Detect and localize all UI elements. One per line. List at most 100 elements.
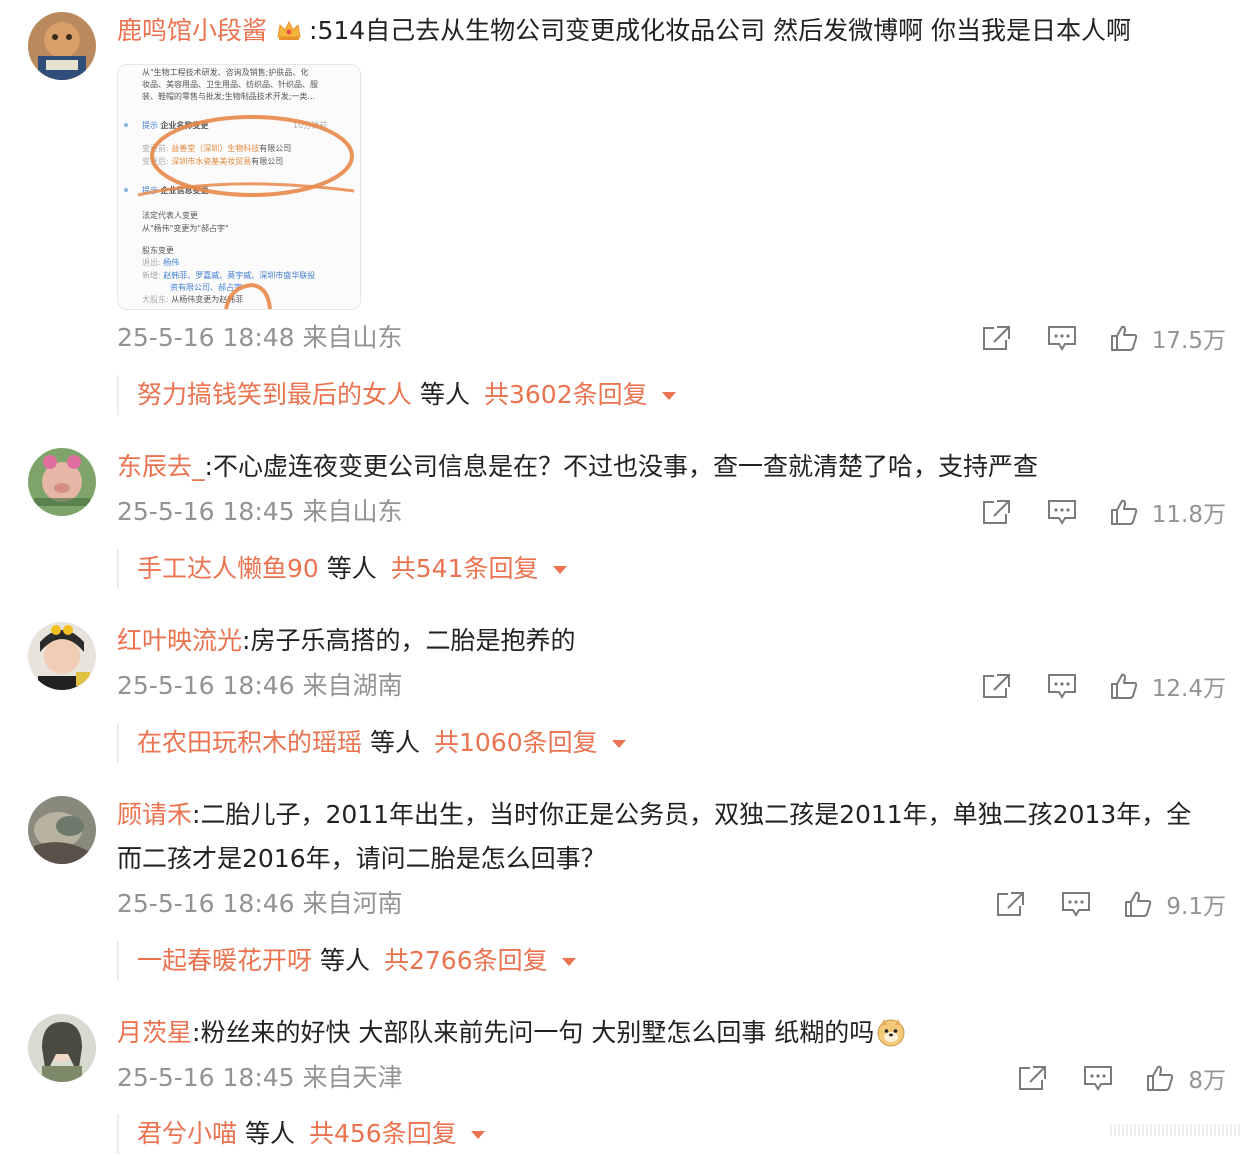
doge-emoji-icon: [876, 1017, 906, 1061]
share-icon: [994, 890, 1026, 918]
comment-time: 25-5-16 18:45: [117, 1063, 295, 1092]
comment-text: :二胎儿子，2011年出生，当时你正是公务员，双独二孩是2011年，单独二孩20…: [192, 800, 1192, 829]
reply-user[interactable]: 一起春暖花开呀: [137, 946, 312, 975]
watermark-strip: [1110, 1124, 1240, 1136]
comment-icon: [1046, 672, 1078, 700]
like-button[interactable]: 11.8万: [1110, 495, 1226, 529]
comment-actions: 8万: [1016, 1056, 1226, 1100]
like-icon: [1110, 672, 1138, 700]
comment-location: 来自湖南: [302, 671, 403, 700]
comment-button[interactable]: [1082, 1064, 1114, 1092]
share-button[interactable]: [980, 324, 1012, 352]
reply-total[interactable]: 共2766条回复: [384, 946, 548, 975]
reply-mid: 等人: [369, 728, 420, 757]
reply-summary[interactable]: 君兮小喵 等人 共456条回复: [117, 1114, 485, 1154]
reply-user[interactable]: 手工达人懒鱼90: [137, 554, 319, 583]
highlight-circle: [137, 115, 355, 309]
like-count: 12.4万: [1151, 676, 1226, 702]
comment-icon: [1082, 1064, 1114, 1092]
comment-meta: 25-5-16 18:45 来自天津: [117, 1056, 403, 1100]
like-count: 9.1万: [1166, 894, 1226, 920]
like-count: 17.5万: [1151, 328, 1226, 354]
caret-down-icon[interactable]: [661, 392, 676, 400]
comment-button[interactable]: [1046, 498, 1078, 526]
comment-location: 来自天津: [302, 1063, 403, 1092]
like-count: 8万: [1188, 1068, 1226, 1094]
user-name[interactable]: 鹿鸣馆小段酱: [117, 16, 267, 45]
comment-meta: 25-5-16 18:46 来自湖南: [117, 664, 403, 708]
reply-mid: 等人: [419, 380, 470, 409]
reply-user[interactable]: 努力搞钱笑到最后的女人: [137, 380, 412, 409]
user-name[interactable]: 东辰去_: [117, 452, 205, 481]
reply-summary[interactable]: 努力搞钱笑到最后的女人 等人 共3602条回复: [117, 375, 676, 415]
like-icon: [1110, 324, 1138, 352]
share-button[interactable]: [980, 498, 1012, 526]
comment-icon: [1046, 498, 1078, 526]
reply-total[interactable]: 共541条回复: [391, 554, 539, 583]
share-button[interactable]: [980, 672, 1012, 700]
caret-down-icon[interactable]: [561, 958, 576, 966]
like-button[interactable]: 12.4万: [1110, 669, 1226, 703]
like-button[interactable]: 8万: [1146, 1061, 1226, 1095]
share-icon: [980, 498, 1012, 526]
like-icon: [1146, 1064, 1174, 1092]
share-button[interactable]: [994, 890, 1026, 918]
like-icon: [1110, 498, 1138, 526]
comment-icon: [1060, 890, 1092, 918]
avatar[interactable]: [28, 622, 96, 690]
comment-meta: 25-5-16 18:45 来自山东: [117, 490, 403, 534]
comment-actions: 9.1万: [994, 882, 1226, 926]
like-icon: [1124, 890, 1152, 918]
reply-user[interactable]: 君兮小喵: [137, 1119, 237, 1148]
user-name[interactable]: 顾请禾: [117, 800, 192, 829]
crown-badge-icon: [275, 12, 303, 40]
caret-down-icon[interactable]: [470, 1131, 485, 1139]
comment-text: :514自己去从生物公司变更成化妆品公司 然后发微博啊 你当我是日本人啊: [309, 16, 1132, 45]
reply-mid: 等人: [319, 946, 370, 975]
comment-location: 来自河南: [302, 889, 403, 918]
reply-total[interactable]: 共3602条回复: [484, 380, 648, 409]
comment-text: :房子乐高搭的，二胎是抱养的: [242, 626, 576, 655]
avatar[interactable]: [28, 448, 96, 516]
like-button[interactable]: 17.5万: [1110, 321, 1226, 355]
like-count: 11.8万: [1151, 502, 1226, 528]
comment-location: 来自山东: [302, 497, 403, 526]
comment-button[interactable]: [1060, 890, 1092, 918]
comment-icon: [1046, 324, 1078, 352]
reply-mid: 等人: [244, 1119, 295, 1148]
like-button[interactable]: 9.1万: [1124, 887, 1226, 921]
comment-button[interactable]: [1046, 324, 1078, 352]
share-icon: [1016, 1064, 1048, 1092]
avatar[interactable]: [28, 796, 96, 864]
reply-summary[interactable]: 在农田玩积木的瑶瑶 等人 共1060条回复: [117, 723, 626, 763]
reply-total[interactable]: 共456条回复: [309, 1119, 457, 1148]
comment-text-continued: 而二孩才是2016年，请问二胎是怎么回事？: [117, 844, 606, 873]
share-icon: [980, 324, 1012, 352]
comment-time: 25-5-16 18:45: [117, 497, 295, 526]
comment-time: 25-5-16 18:48: [117, 323, 295, 352]
comment-location: 来自山东: [302, 323, 403, 352]
reply-summary[interactable]: 一起春暖花开呀 等人 共2766条回复: [117, 941, 576, 981]
comment-button[interactable]: [1046, 672, 1078, 700]
comment-text: :粉丝来的好快 大部队来前先问一句 大别墅怎么回事 纸糊的吗: [192, 1018, 875, 1047]
avatar[interactable]: [28, 1014, 96, 1082]
share-icon: [980, 672, 1012, 700]
user-name[interactable]: 月茨星: [117, 1018, 192, 1047]
reply-total[interactable]: 共1060条回复: [434, 728, 598, 757]
comment-text: :不心虚连夜变更公司信息是在？不过也没事，查一查就清楚了哈，支持严查: [204, 452, 1038, 481]
reply-user[interactable]: 在农田玩积木的瑶瑶: [137, 728, 362, 757]
reply-summary[interactable]: 手工达人懒鱼90 等人 共541条回复: [117, 549, 567, 589]
reply-mid: 等人: [326, 554, 377, 583]
comment-actions: 11.8万: [980, 490, 1226, 534]
avatar[interactable]: [28, 12, 96, 80]
comment-time: 25-5-16 18:46: [117, 671, 295, 700]
comment-image[interactable]: 从"生物工程技术研发、咨询及销售;护肤品、化 妆品、美容用品、卫生用品、纺织品、…: [117, 64, 361, 310]
comment-meta: 25-5-16 18:48 来自山东: [117, 316, 403, 360]
comment-meta: 25-5-16 18:46 来自河南: [117, 882, 403, 926]
comment-actions: 12.4万: [980, 664, 1226, 708]
caret-down-icon[interactable]: [611, 740, 626, 748]
caret-down-icon[interactable]: [552, 566, 567, 574]
share-button[interactable]: [1016, 1064, 1048, 1092]
comment-actions: 17.5万: [980, 316, 1226, 360]
user-name[interactable]: 红叶映流光: [117, 626, 242, 655]
